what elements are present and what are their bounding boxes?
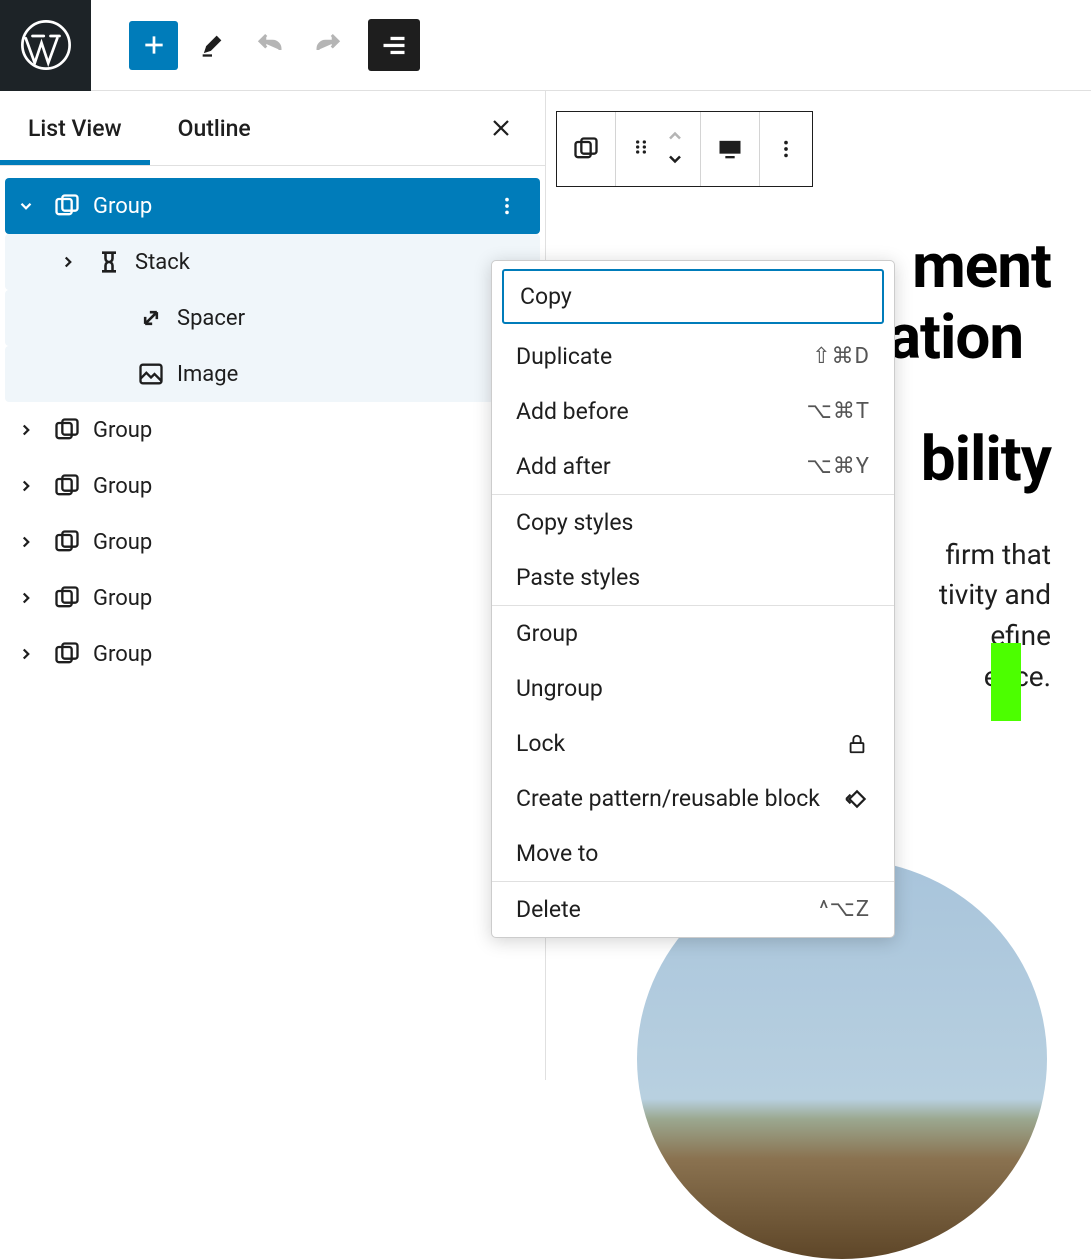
list-item-group[interactable]: Group — [5, 402, 540, 458]
chevron-right-icon[interactable] — [5, 589, 47, 607]
block-options-button[interactable] — [760, 112, 812, 186]
plus-icon — [141, 32, 167, 58]
list-view-tree: Group Stack Space — [0, 166, 545, 682]
list-item-image[interactable]: Image — [5, 346, 540, 402]
group-icon — [47, 192, 87, 220]
move-down-button[interactable] — [665, 151, 685, 170]
list-item-label: Group — [93, 194, 152, 219]
chevron-down-icon[interactable] — [5, 197, 47, 215]
list-item-label: Image — [177, 362, 238, 387]
close-icon — [489, 116, 513, 140]
menu-move-to[interactable]: Move to — [492, 826, 894, 881]
block-context-menu: Copy Duplicate⇧⌘D Add before⌥⌘T Add afte… — [491, 260, 895, 938]
undo-button[interactable] — [246, 21, 294, 69]
pencil-icon — [198, 31, 226, 59]
list-item-group[interactable]: Group — [5, 626, 540, 682]
group-icon — [47, 640, 87, 668]
list-item-stack[interactable]: Stack — [5, 234, 540, 290]
group-icon — [572, 135, 600, 163]
list-view-toggle-button[interactable] — [368, 19, 420, 71]
align-button[interactable] — [701, 112, 760, 186]
spacer-icon — [131, 304, 171, 332]
menu-copy-styles[interactable]: Copy styles — [492, 495, 894, 550]
group-icon — [47, 528, 87, 556]
menu-delete[interactable]: Delete^⌥Z — [492, 882, 894, 937]
more-options-button[interactable] — [492, 191, 522, 221]
wordpress-icon — [19, 18, 73, 72]
chevron-right-icon[interactable] — [47, 253, 89, 271]
stack-icon — [89, 248, 129, 276]
list-item-label: Group — [93, 418, 152, 443]
group-icon — [47, 584, 87, 612]
menu-group[interactable]: Group — [492, 606, 894, 661]
menu-ungroup[interactable]: Ungroup — [492, 661, 894, 716]
menu-lock[interactable]: Lock — [492, 716, 894, 771]
undo-icon — [255, 30, 285, 60]
move-up-button[interactable] — [665, 128, 685, 147]
tab-list-view[interactable]: List View — [0, 91, 150, 165]
wordpress-logo[interactable] — [0, 0, 91, 91]
chevron-right-icon[interactable] — [5, 421, 47, 439]
chevron-right-icon[interactable] — [5, 533, 47, 551]
menu-create-pattern[interactable]: Create pattern/reusable block — [492, 771, 894, 826]
menu-add-before[interactable]: Add before⌥⌘T — [492, 384, 894, 439]
drag-handle[interactable] — [631, 133, 651, 165]
more-vertical-icon — [775, 138, 797, 160]
chevron-right-icon[interactable] — [5, 477, 47, 495]
list-item-label: Group — [93, 642, 152, 667]
image-icon — [131, 360, 171, 388]
group-icon — [47, 416, 87, 444]
align-icon — [716, 138, 744, 160]
list-item-label: Group — [93, 586, 152, 611]
list-item-spacer[interactable]: Spacer — [5, 290, 540, 346]
list-view-icon — [380, 31, 408, 59]
drag-icon — [631, 133, 651, 161]
redo-button[interactable] — [304, 21, 352, 69]
list-item-group-selected[interactable]: Group — [5, 178, 540, 234]
menu-duplicate[interactable]: Duplicate⇧⌘D — [492, 329, 894, 384]
list-item-label: Stack — [135, 250, 190, 275]
chevron-up-icon — [665, 129, 685, 143]
edit-button[interactable] — [188, 21, 236, 69]
list-view-sidebar: List View Outline Group — [0, 91, 546, 1080]
sidebar-tabs: List View Outline — [0, 91, 545, 166]
list-item-group[interactable]: Group — [5, 458, 540, 514]
list-item-label: Group — [93, 530, 152, 555]
pattern-icon — [844, 786, 870, 812]
menu-copy[interactable]: Copy — [502, 269, 884, 324]
more-vertical-icon — [496, 195, 518, 217]
lock-icon — [844, 731, 870, 757]
add-block-button[interactable] — [129, 21, 178, 70]
button-block[interactable] — [991, 643, 1021, 721]
list-item-group[interactable]: Group — [5, 514, 540, 570]
block-toolbar — [556, 111, 813, 187]
toolbar-buttons — [91, 19, 420, 71]
tab-outline[interactable]: Outline — [150, 91, 279, 165]
list-item-label: Group — [93, 474, 152, 499]
chevron-down-icon — [665, 152, 685, 166]
menu-add-after[interactable]: Add after⌥⌘Y — [492, 439, 894, 494]
chevron-right-icon[interactable] — [5, 645, 47, 663]
list-item-label: Spacer — [177, 306, 245, 331]
block-type-button[interactable] — [557, 112, 616, 186]
group-icon — [47, 472, 87, 500]
close-sidebar-button[interactable] — [485, 112, 517, 144]
list-item-group[interactable]: Group — [5, 570, 540, 626]
menu-paste-styles[interactable]: Paste styles — [492, 550, 894, 605]
redo-icon — [313, 30, 343, 60]
top-toolbar — [0, 0, 1091, 91]
